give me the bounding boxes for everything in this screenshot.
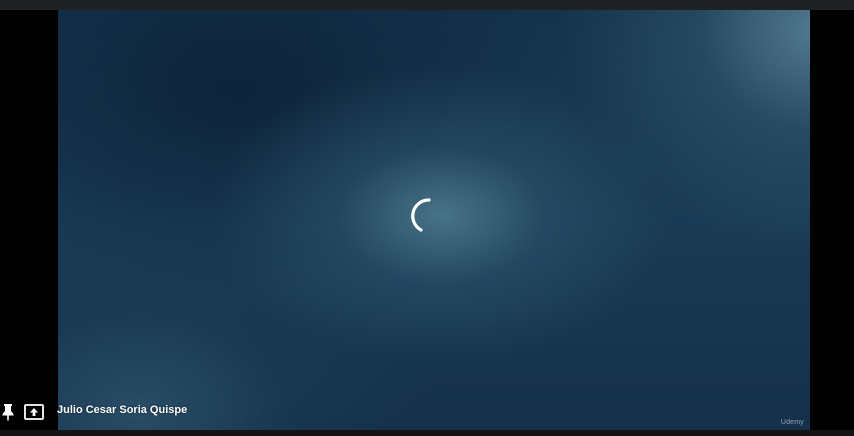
loading-spinner-icon (411, 198, 431, 232)
top-bar (0, 0, 854, 10)
pin-icon[interactable] (1, 403, 15, 421)
udemy-watermark: Udemy (780, 419, 804, 426)
video-tile: Udemy (58, 10, 810, 430)
bottom-strip (0, 430, 854, 436)
present-to-all-icon[interactable] (24, 403, 44, 421)
participant-name: Julio Cesar Soria Quispe (57, 404, 188, 416)
